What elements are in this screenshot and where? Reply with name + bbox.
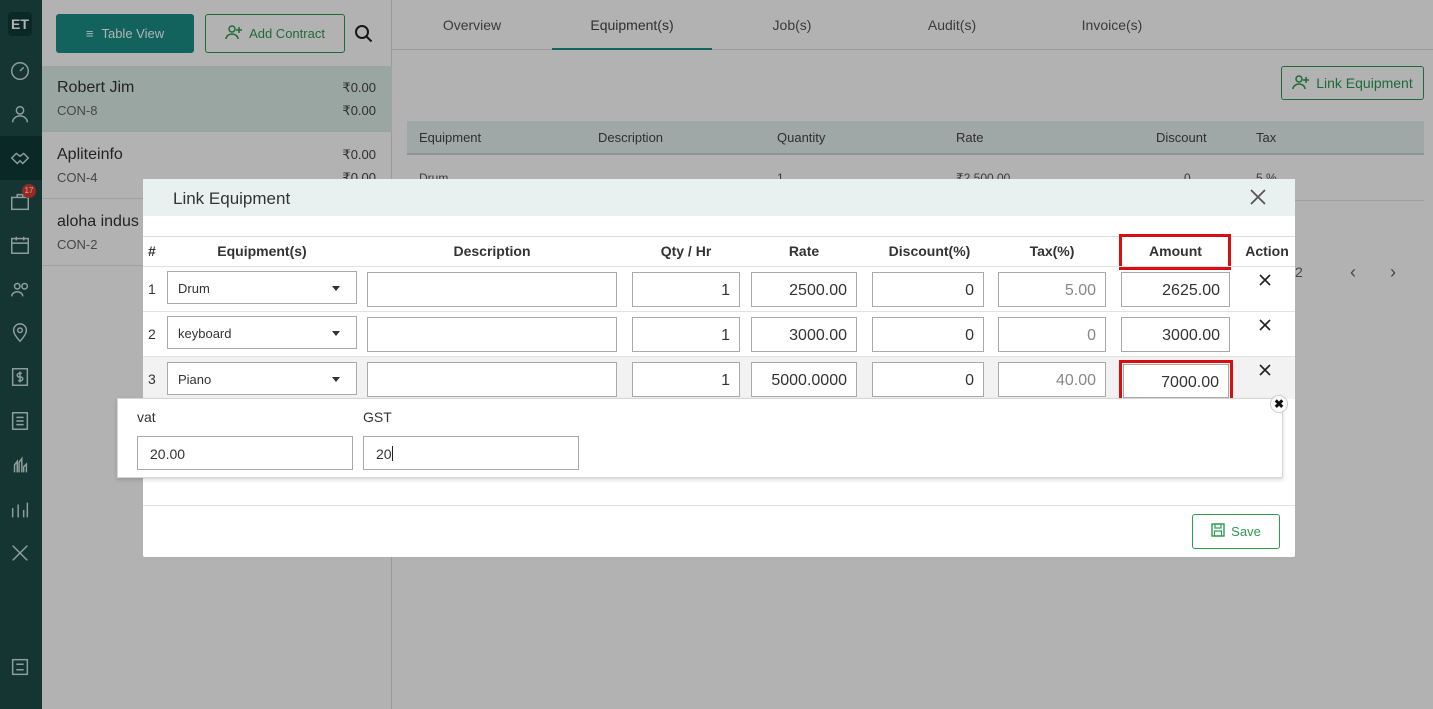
gst-input-value: 20 xyxy=(376,446,392,462)
amount-header-highlight xyxy=(1119,234,1231,270)
equipment-select-value: keyboard xyxy=(178,326,232,341)
column-header-action: Action xyxy=(1245,243,1289,259)
vat-input[interactable]: 20.00 xyxy=(137,436,353,470)
column-header-number: # xyxy=(148,243,156,259)
description-input[interactable] xyxy=(367,362,617,397)
qty-input[interactable]: 1 xyxy=(632,317,740,352)
amount-input: 3000.00 xyxy=(1121,317,1230,352)
description-input[interactable] xyxy=(367,272,617,307)
row-number: 1 xyxy=(148,281,156,297)
equipment-select[interactable]: Drum xyxy=(167,271,357,304)
rate-input[interactable]: 2500.00 xyxy=(751,272,857,307)
tax-input[interactable]: 40.00 xyxy=(998,362,1106,397)
equipment-select[interactable]: keyboard xyxy=(167,316,357,349)
row-number: 2 xyxy=(148,326,156,342)
save-button[interactable]: Save xyxy=(1192,514,1280,549)
modal-header: Link Equipment xyxy=(143,179,1295,216)
save-icon xyxy=(1211,523,1225,540)
amount-value-highlight xyxy=(1119,360,1233,402)
rate-input[interactable]: 5000.0000 xyxy=(751,362,857,397)
equipment-select-value: Piano xyxy=(178,372,212,387)
remove-row-icon[interactable] xyxy=(1258,363,1274,379)
tax-input[interactable]: 5.00 xyxy=(998,272,1106,307)
column-header-qty: Qty / Hr xyxy=(660,243,712,259)
save-label: Save xyxy=(1231,524,1261,539)
rate-input[interactable]: 3000.00 xyxy=(751,317,857,352)
column-header-description: Description xyxy=(453,243,531,259)
description-input[interactable] xyxy=(367,317,617,352)
equipment-select[interactable]: Piano xyxy=(167,362,357,395)
modal-title: Link Equipment xyxy=(173,189,291,208)
tax-breakdown-popover: vat 20.00 GST 20 xyxy=(117,398,1283,478)
link-equipment-modal: Link Equipment # Equipment(s) Descriptio… xyxy=(143,179,1295,557)
divider xyxy=(143,266,1295,267)
divider xyxy=(143,311,1295,312)
column-header-tax: Tax(%) xyxy=(1029,243,1075,259)
text-cursor xyxy=(391,446,393,461)
caret-down-icon xyxy=(332,286,340,291)
discount-input[interactable]: 0 xyxy=(872,362,984,397)
caret-down-icon xyxy=(332,377,340,382)
gst-input[interactable]: 20 xyxy=(363,436,579,470)
qty-input[interactable]: 1 xyxy=(632,272,740,307)
discount-input[interactable]: 0 xyxy=(872,317,984,352)
divider xyxy=(143,505,1295,506)
qty-input[interactable]: 1 xyxy=(632,362,740,397)
tax-input[interactable]: 0 xyxy=(998,317,1106,352)
discount-input[interactable]: 0 xyxy=(872,272,984,307)
remove-row-icon[interactable] xyxy=(1258,318,1274,334)
column-header-rate: Rate xyxy=(788,243,820,259)
gst-label: GST xyxy=(363,409,392,425)
row-number: 3 xyxy=(148,371,156,387)
column-header-discount: Discount(%) xyxy=(888,243,971,259)
vat-label: vat xyxy=(137,409,156,425)
amount-input: 2625.00 xyxy=(1121,272,1230,307)
remove-row-icon[interactable] xyxy=(1258,273,1274,289)
close-popover-icon[interactable]: ✖ xyxy=(1270,395,1288,413)
close-icon[interactable] xyxy=(1249,188,1267,206)
column-header-equipment: Equipment(s) xyxy=(217,243,307,259)
caret-down-icon xyxy=(332,331,340,336)
equipment-select-value: Drum xyxy=(178,281,210,296)
